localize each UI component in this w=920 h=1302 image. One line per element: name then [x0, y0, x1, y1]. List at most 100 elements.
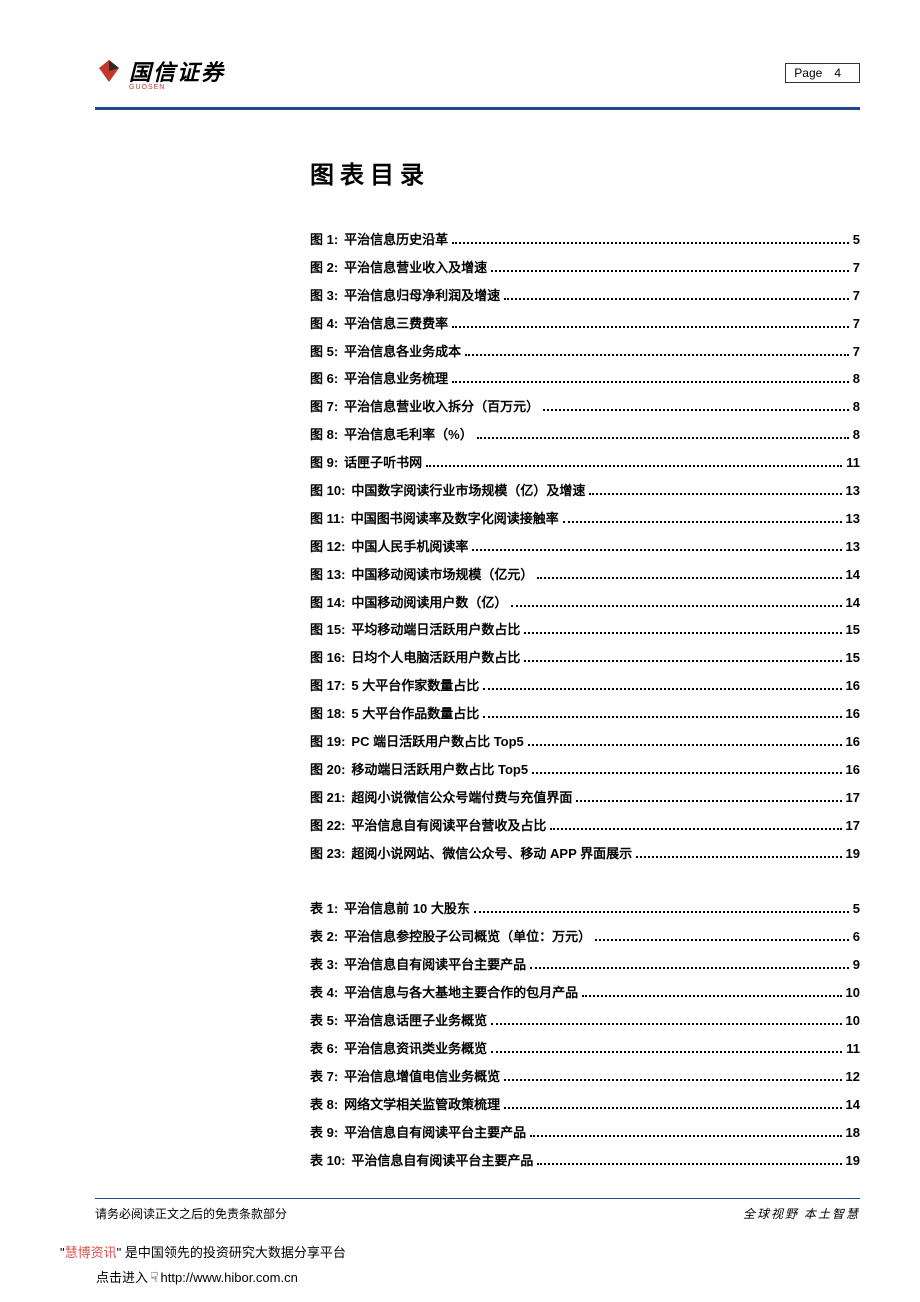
- figure-entry[interactable]: 图 12: 中国人民手机阅读率 13: [310, 539, 860, 556]
- table-entry[interactable]: 表 8:网络文学相关监管政策梳理14: [310, 1097, 860, 1114]
- promo-url: http://www.hibor.com.cn: [161, 1266, 298, 1289]
- page-number: 4: [834, 66, 841, 80]
- toc-text: 平治信息各业务成本: [344, 344, 461, 361]
- table-entry[interactable]: 表 7:平治信息增值电信业务概览12: [310, 1069, 860, 1086]
- figure-entry[interactable]: 图 20:移动端日活跃用户数占比 Top516: [310, 762, 860, 779]
- toc-text: 平治信息业务梳理: [344, 371, 448, 388]
- figure-entry[interactable]: 图 2:平治信息营业收入及增速7: [310, 260, 860, 277]
- toc-page: 13: [846, 539, 860, 556]
- figure-entry[interactable]: 图 8:平治信息毛利率（%）8: [310, 427, 860, 444]
- footer-disclaimer: 请务必阅读正文之后的免责条款部分: [95, 1205, 287, 1222]
- figure-entry[interactable]: 图 3:平治信息归母净利润及增速7: [310, 288, 860, 305]
- toc-page: 7: [853, 344, 860, 361]
- footer-row: 请务必阅读正文之后的免责条款部分 全球视野 本土智慧: [95, 1205, 860, 1222]
- toc-dots: [537, 1163, 841, 1165]
- figure-entry[interactable]: 图 15: 平均移动端日活跃用户数占比 15: [310, 622, 860, 639]
- toc-page: 12: [846, 1069, 860, 1086]
- table-entry[interactable]: 表 2:平治信息参控股子公司概览（单位：万元）6: [310, 929, 860, 946]
- toc-dots: [636, 856, 841, 858]
- figure-entry[interactable]: 图 7:平治信息营业收入拆分（百万元）8: [310, 399, 860, 416]
- toc-label: 图 15:: [310, 622, 345, 639]
- figure-entry[interactable]: 图 6: 平治信息业务梳理 8: [310, 371, 860, 388]
- figure-entry[interactable]: 图 10:中国数字阅读行业市场规模（亿）及增速13: [310, 483, 860, 500]
- toc-page: 10: [846, 1013, 860, 1030]
- toc-page: 9: [853, 957, 860, 974]
- toc-page: 15: [846, 622, 860, 639]
- toc-text: 日均个人电脑活跃用户数占比: [351, 650, 520, 667]
- toc-label: 图 4:: [310, 316, 338, 333]
- figure-entry[interactable]: 图 11:中国图书阅读率及数字化阅读接触率13: [310, 511, 860, 528]
- figure-entry[interactable]: 图 21:超阅小说微信公众号端付费与充值界面17: [310, 790, 860, 807]
- toc-label: 表 6:: [310, 1041, 338, 1058]
- toc-page: 16: [846, 734, 860, 751]
- figure-entry[interactable]: 图 14:中国移动阅读用户数（亿）14: [310, 595, 860, 612]
- table-entry[interactable]: 表 9:平治信息自有阅读平台主要产品18: [310, 1125, 860, 1142]
- table-entry[interactable]: 表 3:平治信息自有阅读平台主要产品9: [310, 957, 860, 974]
- toc-label: 表 2:: [310, 929, 338, 946]
- toc-dots: [491, 1051, 842, 1053]
- toc-page: 16: [846, 706, 860, 723]
- toc-dots: [576, 800, 841, 802]
- page-label: Page: [794, 66, 822, 80]
- toc-label: 图 13:: [310, 567, 345, 584]
- toc-label: 图 8:: [310, 427, 338, 444]
- toc-dots: [472, 549, 841, 551]
- toc-text: 平治信息营业收入拆分（百万元）: [344, 399, 539, 416]
- toc-dots: [550, 828, 841, 830]
- toc-page: 14: [846, 567, 860, 584]
- toc-text: 平均移动端日活跃用户数占比: [351, 622, 520, 639]
- toc-page: 6: [853, 929, 860, 946]
- figure-entry[interactable]: 图 22:平治信息自有阅读平台营收及占比17: [310, 818, 860, 835]
- figure-entry[interactable]: 图 13:中国移动阅读市场规模（亿元）14: [310, 567, 860, 584]
- toc-dots: [483, 688, 841, 690]
- figure-entry[interactable]: 图 19:PC 端日活跃用户数占比 Top516: [310, 734, 860, 751]
- toc-page: 19: [846, 846, 860, 863]
- figure-entry[interactable]: 图 9:话匣子听书网11: [310, 455, 860, 472]
- toc-dots: [582, 995, 841, 997]
- toc-text: 平治信息三费费率: [344, 316, 448, 333]
- figure-entry[interactable]: 图 1:平治信息历史沿革5: [310, 232, 860, 249]
- table-entry[interactable]: 表 5:平治信息话匣子业务概览10: [310, 1013, 860, 1030]
- toc-label: 图 19:: [310, 734, 345, 751]
- figure-entry[interactable]: 图 18:5 大平台作品数量占比16: [310, 706, 860, 723]
- toc-page: 7: [853, 260, 860, 277]
- toc-page: 8: [853, 399, 860, 416]
- promo-line: "慧博资讯" 是中国领先的投资研究大数据分享平台: [60, 1241, 346, 1264]
- toc-text: 平治信息与各大基地主要合作的包月产品: [344, 985, 578, 1002]
- toc-dots: [524, 632, 841, 634]
- toc-label: 表 5:: [310, 1013, 338, 1030]
- toc-label: 图 12:: [310, 539, 345, 556]
- figure-entry[interactable]: 图 5:平治信息各业务成本7: [310, 344, 860, 361]
- toc-dots: [504, 298, 849, 300]
- toc-dots: [543, 409, 849, 411]
- toc-dots: [483, 716, 841, 718]
- toc-label: 表 3:: [310, 957, 338, 974]
- toc-text: 移动端日活跃用户数占比 Top5: [351, 762, 528, 779]
- toc-text: 平治信息前 10 大股东: [344, 901, 470, 918]
- figure-entry[interactable]: 图 16:日均个人电脑活跃用户数占比15: [310, 650, 860, 667]
- table-entry[interactable]: 表 1:平治信息前 10 大股东5: [310, 901, 860, 918]
- figure-entry[interactable]: 图 17:5 大平台作家数量占比16: [310, 678, 860, 695]
- figure-entry[interactable]: 图 4:平治信息三费费率7: [310, 316, 860, 333]
- toc-text: 平治信息自有阅读平台营收及占比: [351, 818, 546, 835]
- toc-dots: [426, 465, 842, 467]
- table-entry[interactable]: 表 6:平治信息资讯类业务概览11: [310, 1041, 860, 1058]
- table-entry[interactable]: 表 10:平治信息自有阅读平台主要产品19: [310, 1153, 860, 1170]
- toc-text: 超阅小说微信公众号端付费与充值界面: [351, 790, 572, 807]
- table-entry[interactable]: 表 4:平治信息与各大基地主要合作的包月产品10: [310, 985, 860, 1002]
- figure-entry[interactable]: 图 23:超阅小说网站、微信公众号、移动 APP 界面展示19: [310, 846, 860, 863]
- footer-rule: [95, 1198, 860, 1199]
- toc-page: 5: [853, 232, 860, 249]
- toc-page: 15: [846, 650, 860, 667]
- toc-text: 中国数字阅读行业市场规模（亿）及增速: [351, 483, 585, 500]
- brand-text-block: 国信证券 GUOSEN: [129, 55, 225, 91]
- toc-label: 图 6:: [310, 371, 338, 388]
- toc-dots: [589, 493, 841, 495]
- toc-label: 图 11:: [310, 511, 345, 528]
- promo-link-row[interactable]: 点击进入 ☟ http://www.hibor.com.cn: [96, 1265, 346, 1290]
- toc-page: 8: [853, 371, 860, 388]
- toc-page: 17: [846, 818, 860, 835]
- toc-text: 中国人民手机阅读率: [351, 539, 468, 556]
- toc-page: 13: [846, 511, 860, 528]
- page-number-box: Page 4: [785, 63, 860, 83]
